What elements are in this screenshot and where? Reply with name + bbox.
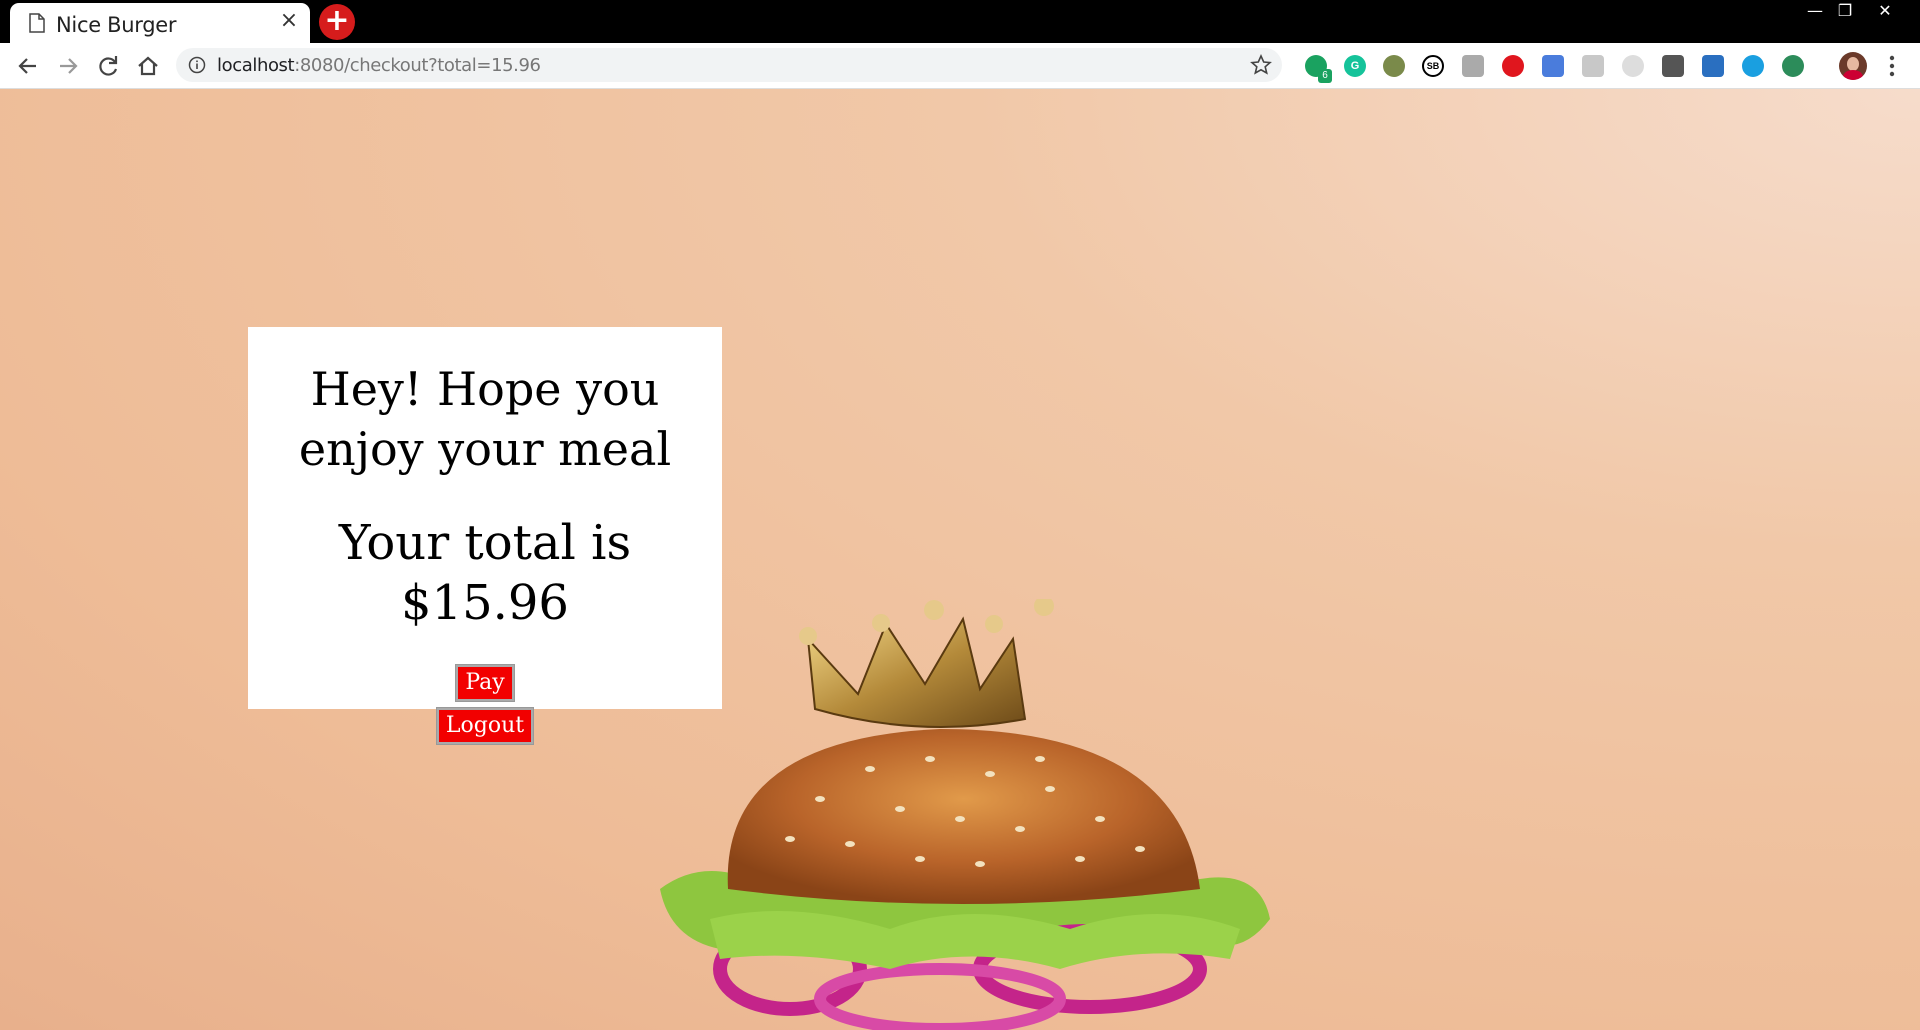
reload-icon[interactable] bbox=[94, 52, 122, 80]
grammarly-icon[interactable]: G bbox=[1344, 55, 1366, 77]
browser-titlebar: Nice Burger × + — ❐ ✕ bbox=[0, 0, 1920, 43]
extension-sb-icon[interactable]: SB bbox=[1422, 55, 1444, 77]
forward-icon[interactable] bbox=[54, 52, 82, 80]
bookmark-star-icon[interactable] bbox=[1250, 54, 1272, 76]
url-text: localhost:8080/checkout?total=15.96 bbox=[217, 55, 541, 76]
page-icon bbox=[29, 13, 45, 33]
extension-icon[interactable] bbox=[1582, 55, 1604, 77]
crowned-burger-image bbox=[660, 599, 1270, 1030]
home-icon[interactable] bbox=[134, 52, 162, 80]
extension-icon[interactable] bbox=[1383, 55, 1405, 77]
browser-toolbar: localhost:8080/checkout?total=15.96 6 G … bbox=[0, 43, 1920, 89]
extension-icon[interactable] bbox=[1462, 55, 1484, 77]
greeting-heading: Hey! Hope you enjoy your meal bbox=[298, 362, 672, 476]
browser-tab[interactable]: Nice Burger × bbox=[10, 3, 310, 43]
minimize-icon[interactable]: — bbox=[1800, 0, 1830, 22]
profile-avatar[interactable] bbox=[1839, 52, 1867, 80]
info-icon[interactable] bbox=[188, 56, 206, 74]
extension-icon[interactable] bbox=[1502, 55, 1524, 77]
back-icon[interactable] bbox=[14, 52, 42, 80]
new-tab-button[interactable]: + bbox=[319, 4, 355, 40]
translate-icon[interactable] bbox=[1542, 55, 1564, 77]
checkout-card: Hey! Hope you enjoy your meal Your total… bbox=[248, 327, 722, 745]
menu-icon[interactable] bbox=[1889, 55, 1895, 77]
pay-button[interactable]: Pay bbox=[455, 664, 515, 702]
skype-icon[interactable] bbox=[1742, 55, 1764, 77]
total-heading: Your total is $15.96 bbox=[338, 515, 632, 631]
page-background: Hey! Hope you enjoy your meal Your total… bbox=[0, 89, 1920, 1030]
logout-button[interactable]: Logout bbox=[435, 707, 535, 745]
tab-title: Nice Burger bbox=[56, 13, 177, 37]
extension-icon[interactable] bbox=[1622, 55, 1644, 77]
extension-icon[interactable] bbox=[1782, 55, 1804, 77]
cast-icon[interactable] bbox=[1662, 55, 1684, 77]
extension-badge: 6 bbox=[1318, 69, 1332, 83]
close-window-icon[interactable]: ✕ bbox=[1870, 0, 1900, 22]
address-bar[interactable]: localhost:8080/checkout?total=15.96 bbox=[176, 48, 1282, 82]
tab-close-icon[interactable]: × bbox=[278, 10, 300, 32]
restore-icon[interactable]: ❐ bbox=[1830, 0, 1860, 22]
extension-icon[interactable] bbox=[1702, 55, 1724, 77]
